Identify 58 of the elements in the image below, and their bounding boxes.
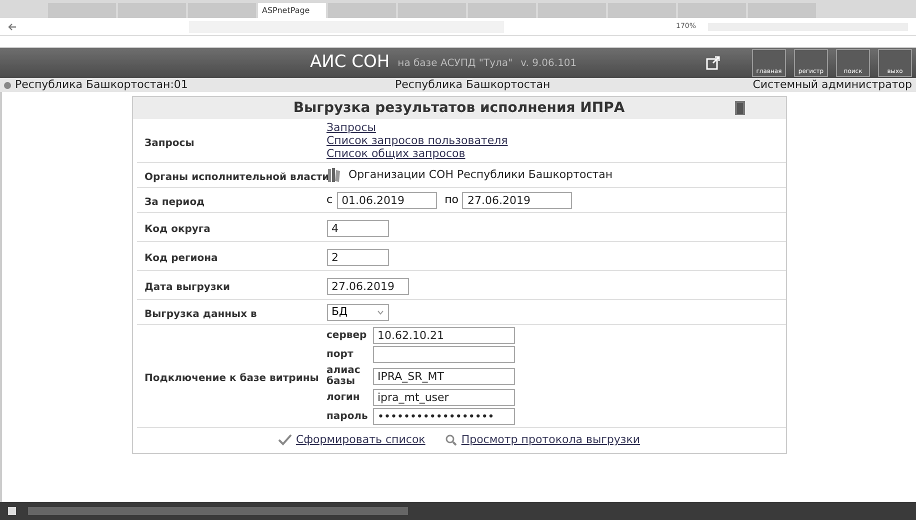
connection-label: алиас базы bbox=[326, 365, 362, 387]
browser-tab[interactable] bbox=[468, 3, 536, 18]
code-field[interactable]: 4 bbox=[326, 220, 388, 237]
region-label: Республика Башкортостан:01 bbox=[15, 76, 189, 93]
back-icon[interactable] bbox=[8, 22, 17, 30]
browser-tab[interactable] bbox=[188, 3, 256, 18]
org-value: Организации СОН Республики Башкортостан bbox=[348, 166, 613, 183]
view-log-link[interactable]: Просмотр протокола выгрузки bbox=[445, 432, 640, 448]
field-label: Выгрузка данных в bbox=[144, 309, 257, 320]
from-label: с bbox=[326, 192, 333, 208]
field-label: Подключение к базе витрины bbox=[144, 373, 319, 384]
browser-tab[interactable] bbox=[328, 3, 396, 18]
target-select[interactable]: БД bbox=[326, 304, 388, 320]
app-title: АИС СОН bbox=[310, 51, 390, 74]
door-icon[interactable] bbox=[734, 100, 746, 116]
browser-tab[interactable] bbox=[748, 3, 816, 18]
connection-field[interactable]: •••••••••••••••••• bbox=[372, 408, 514, 425]
query-link[interactable]: Список запросов пользователя bbox=[326, 134, 508, 147]
magnifier-icon bbox=[445, 434, 458, 446]
center-label: Республика Башкортостан bbox=[395, 76, 552, 93]
books-icon[interactable] bbox=[326, 167, 340, 183]
field-label: Органы исполнительной власти bbox=[144, 172, 330, 183]
connection-field[interactable]: IPRA_SR_MT bbox=[372, 368, 514, 384]
connection-label: логин bbox=[326, 392, 361, 403]
browser-tab[interactable]: ASPnetPage bbox=[258, 3, 326, 18]
browser-tab[interactable] bbox=[118, 3, 186, 18]
generate-list-link[interactable]: Сформировать список bbox=[278, 432, 426, 448]
query-link[interactable]: Запросы bbox=[326, 121, 376, 134]
browser-tab[interactable] bbox=[678, 3, 746, 18]
connection-field[interactable] bbox=[372, 346, 514, 363]
code-field[interactable]: 2 bbox=[326, 249, 388, 266]
from-date-field[interactable]: 01.06.2019 bbox=[336, 192, 437, 208]
query-link[interactable]: Список общих запросов bbox=[326, 147, 466, 160]
windows-start-icon[interactable] bbox=[8, 507, 16, 515]
connection-label: пароль bbox=[326, 411, 369, 422]
connection-field[interactable]: 10.62.10.21 bbox=[372, 327, 514, 344]
app-subtitle: на базе АСУПД "Тула" bbox=[398, 56, 513, 70]
field-label: Код региона bbox=[144, 253, 218, 264]
connection-label: порт bbox=[326, 349, 354, 360]
caret-icon bbox=[376, 310, 384, 314]
to-date-field[interactable]: 27.06.2019 bbox=[462, 192, 572, 208]
date-field[interactable]: 27.06.2019 bbox=[326, 278, 408, 295]
field-label: Код округа bbox=[144, 224, 210, 235]
to-label: по bbox=[444, 192, 458, 208]
app-version: v. 9.06.101 bbox=[520, 56, 577, 70]
external-window-icon[interactable] bbox=[706, 56, 720, 70]
browser-tab[interactable] bbox=[48, 3, 116, 18]
user-label: Системный администратор bbox=[752, 76, 912, 93]
form-title: Выгрузка результатов исполнения ИПРА bbox=[293, 98, 625, 118]
connection-field[interactable]: ipra_mt_user bbox=[372, 389, 514, 406]
field-label: Дата выгрузки bbox=[144, 282, 230, 293]
browser-tab[interactable] bbox=[398, 3, 466, 18]
browser-tab[interactable] bbox=[608, 3, 676, 18]
field-label: Запросы bbox=[144, 138, 194, 148]
field-label: За период bbox=[144, 197, 205, 208]
connection-label: сервер bbox=[326, 330, 368, 341]
browser-tab[interactable] bbox=[538, 3, 606, 18]
checkmark-icon bbox=[278, 434, 292, 446]
